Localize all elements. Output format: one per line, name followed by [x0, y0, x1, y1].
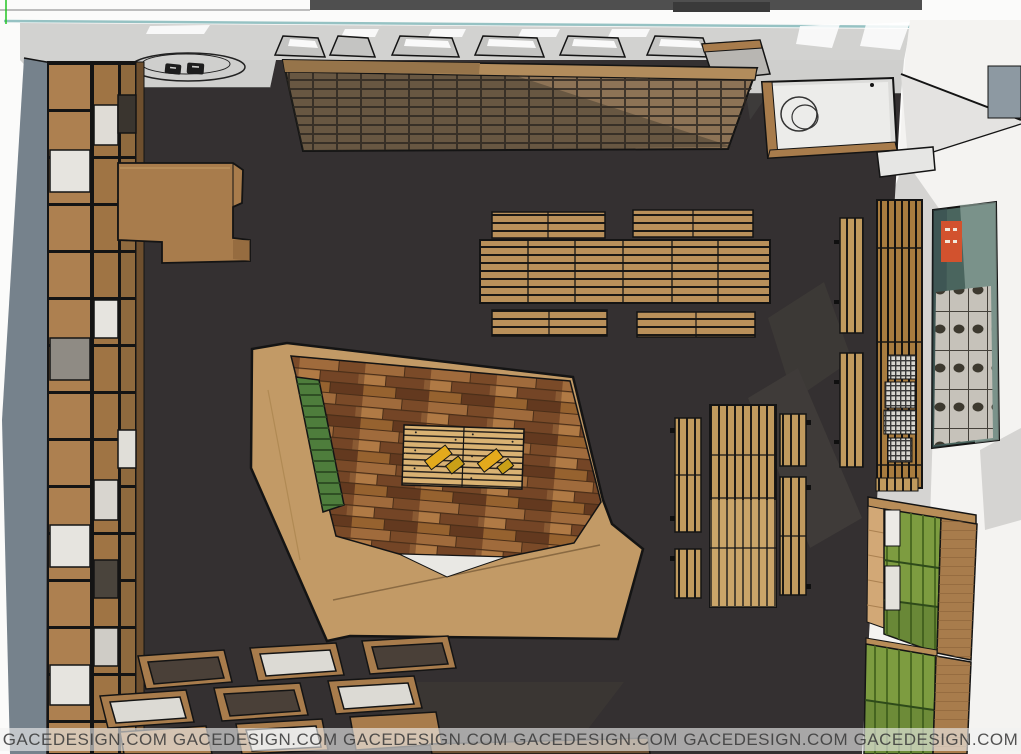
watermark-band: GACEDESIGN.COM GACEDESIGN.COM GACEDESIGN… [0, 728, 1021, 751]
watermark-text: GACEDESIGN.COM [511, 728, 681, 751]
watermark-text: GACEDESIGN.COM [681, 728, 851, 751]
poster-orange-label [941, 221, 962, 262]
gray-blue-panel [988, 66, 1021, 118]
platform-table [402, 425, 524, 489]
dining-set-vertical [670, 405, 811, 607]
interior-render-view: GACEDESIGN.COM GACEDESIGN.COM GACEDESIGN… [0, 0, 1021, 754]
watermark-text: GACEDESIGN.COM [851, 728, 1021, 751]
mesh-baskets [884, 355, 916, 462]
green-shelf-unit [864, 478, 977, 754]
poster-photo-grid [934, 286, 993, 445]
bench [675, 549, 701, 598]
watermark-text: GACEDESIGN.COM [340, 728, 510, 751]
display-shelf-right [877, 200, 922, 488]
wood-lattice-screen [283, 60, 757, 151]
top-gray-line [0, 9, 310, 11]
render-canvas [0, 0, 1021, 754]
wall-poster [932, 202, 999, 448]
bench [780, 414, 806, 466]
watermark-text: GACEDESIGN.COM [0, 728, 170, 751]
top-dark-band [310, 0, 922, 10]
watermark-text: GACEDESIGN.COM [170, 728, 340, 751]
